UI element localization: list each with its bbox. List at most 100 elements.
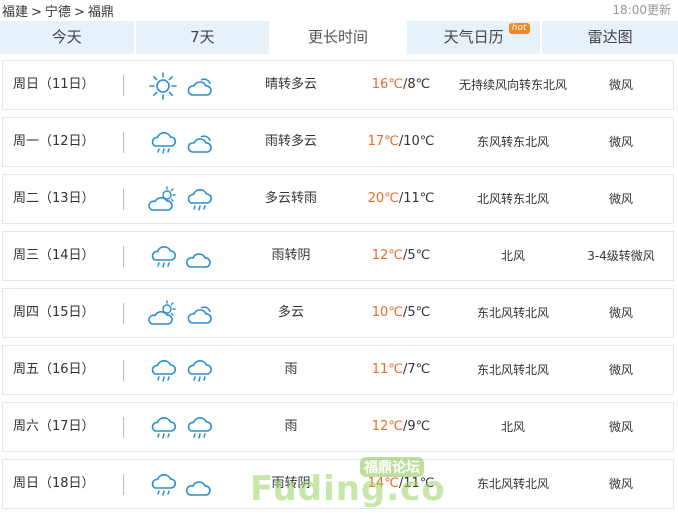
tab-label: 7天 <box>190 28 215 46</box>
breadcrumb-separator: > <box>31 5 42 20</box>
temperature: 12℃/9℃ <box>353 403 449 451</box>
weather-icons <box>148 242 220 272</box>
low-temp: /11℃ <box>398 476 435 491</box>
breadcrumb-city[interactable]: 宁德 <box>45 5 71 20</box>
wind-direction: 北风转东北风 <box>476 192 549 206</box>
tab-today[interactable]: 今天 <box>0 21 134 54</box>
wind-direction: 北风 <box>500 249 525 263</box>
weather-icons <box>148 413 220 443</box>
day-label: 周四（15日） <box>13 305 95 320</box>
forecast-row: 周二（13日） 多云转雨 20℃/11℃ 北风转东北风 微风 <box>2 174 674 224</box>
high-temp: 12℃ <box>371 248 403 263</box>
forecast-row: 周三（14日） 雨转阴 12℃/5℃ 北风 3-4级转微风 <box>2 231 674 281</box>
temperature: 17℃/10℃ <box>353 118 449 166</box>
tab-label: 今天 <box>51 28 82 46</box>
tab-label: 天气日历 <box>443 28 504 46</box>
weather-description: 多云转雨 <box>264 191 317 206</box>
wind-level: 3-4级转微风 <box>587 249 655 263</box>
temperature: 20℃/11℃ <box>353 175 449 223</box>
forecast-row: 周日（18日） 雨转阴 14℃/11℃ 东北风转北风 微风 <box>2 459 674 509</box>
wind-level: 微风 <box>608 363 633 377</box>
breadcrumb-separator: > <box>73 5 85 20</box>
day-label: 周六（17日） <box>13 419 95 434</box>
weather-icons <box>148 356 220 386</box>
low-temp: /8℃ <box>402 77 431 92</box>
wind-direction: 东北风转北风 <box>476 363 549 377</box>
weather-description: 雨 <box>284 419 298 434</box>
divider <box>123 360 124 381</box>
temperature: 14℃/11℃ <box>353 460 449 508</box>
tab-longer-term[interactable]: 更长时间 <box>271 21 405 54</box>
divider <box>123 75 124 96</box>
low-temp: /5℃ <box>402 248 431 263</box>
breadcrumb-county: 福鼎 <box>87 5 114 20</box>
divider <box>123 303 124 324</box>
day-label: 周三（14日） <box>13 248 95 263</box>
divider <box>123 246 124 267</box>
day-label: 周一（12日） <box>13 134 95 149</box>
tab-7-days[interactable]: 7天 <box>135 21 270 54</box>
divider <box>123 417 124 438</box>
high-temp: 12℃ <box>371 419 403 434</box>
breadcrumb: 福建 > 宁德 > 福鼎 <box>2 1 114 20</box>
divider <box>123 132 124 153</box>
forecast-row: 周五（16日） 雨 11℃/7℃ 东北风转北风 微风 <box>2 345 674 395</box>
temperature: 10℃/5℃ <box>353 289 449 337</box>
wind-direction: 北风 <box>500 420 525 434</box>
low-temp: /7℃ <box>402 362 431 377</box>
tab-label: 更长时间 <box>307 28 368 46</box>
low-temp: /11℃ <box>398 191 435 206</box>
wind-level: 微风 <box>608 192 633 206</box>
low-temp: /9℃ <box>402 419 431 434</box>
wind-level: 微风 <box>608 306 633 320</box>
weather-icons <box>148 470 220 500</box>
high-temp: 14℃ <box>367 476 399 491</box>
temperature: 12℃/5℃ <box>353 232 449 280</box>
high-temp: 11℃ <box>371 362 403 377</box>
weather-icons <box>148 185 220 215</box>
wind-direction: 东风转东北风 <box>476 135 549 149</box>
divider <box>123 189 124 210</box>
high-temp: 16℃ <box>371 77 403 92</box>
wind-level: 微风 <box>608 135 633 149</box>
wind-level: 微风 <box>608 477 633 491</box>
update-time: 18:00更新 <box>612 3 671 17</box>
weather-description: 雨转多云 <box>264 134 317 149</box>
forecast-row: 周四（15日） 多云 10℃/5℃ 东北风转北风 微风 <box>2 288 674 338</box>
weather-icons <box>148 299 220 329</box>
day-label: 周日（18日） <box>13 476 95 491</box>
forecast-row: 周一（12日） 雨转多云 17℃/10℃ 东风转东北风 微风 <box>2 117 674 167</box>
high-temp: 20℃ <box>367 191 399 206</box>
weather-description: 雨 <box>284 362 298 377</box>
wind-direction: 东北风转北风 <box>476 306 549 320</box>
high-temp: 10℃ <box>371 305 403 320</box>
low-temp: /10℃ <box>398 134 435 149</box>
weather-description: 雨转阴 <box>271 248 311 263</box>
tab-label: 雷达图 <box>587 28 633 46</box>
wind-level: 微风 <box>608 78 633 92</box>
tab-weather-calendar[interactable]: 天气日历 hot <box>406 21 541 54</box>
divider <box>123 474 124 495</box>
day-label: 周五（16日） <box>13 362 95 377</box>
weather-description: 雨转阴 <box>271 476 311 491</box>
weather-description: 晴转多云 <box>264 77 317 92</box>
hot-badge: hot <box>508 23 530 34</box>
low-temp: /5℃ <box>402 305 431 320</box>
weather-icons <box>148 128 220 158</box>
high-temp: 17℃ <box>367 134 399 149</box>
forecast-row: 周日（11日） 晴转多云 16℃/8℃ 无持续风向转东北风 微风 <box>2 60 674 110</box>
weather-icons <box>148 71 220 101</box>
wind-direction: 东北风转北风 <box>476 477 549 491</box>
breadcrumb-province[interactable]: 福建 <box>2 5 28 20</box>
wind-direction: 无持续风向转东北风 <box>458 78 567 92</box>
temperature: 11℃/7℃ <box>353 346 449 394</box>
forecast-tabs: 今天 7天 更长时间 天气日历 hot 雷达图 <box>0 21 678 54</box>
day-label: 周二（13日） <box>13 191 95 206</box>
weather-description: 多云 <box>277 305 304 320</box>
day-label: 周日（11日） <box>13 77 95 92</box>
tab-radar[interactable]: 雷达图 <box>542 21 678 54</box>
top-bar: 福建 > 宁德 > 福鼎 18:00更新 <box>0 0 678 20</box>
forecast-row: 周六（17日） 雨 12℃/9℃ 北风 微风 <box>2 402 674 452</box>
temperature: 16℃/8℃ <box>353 61 449 109</box>
wind-level: 微风 <box>608 420 633 434</box>
